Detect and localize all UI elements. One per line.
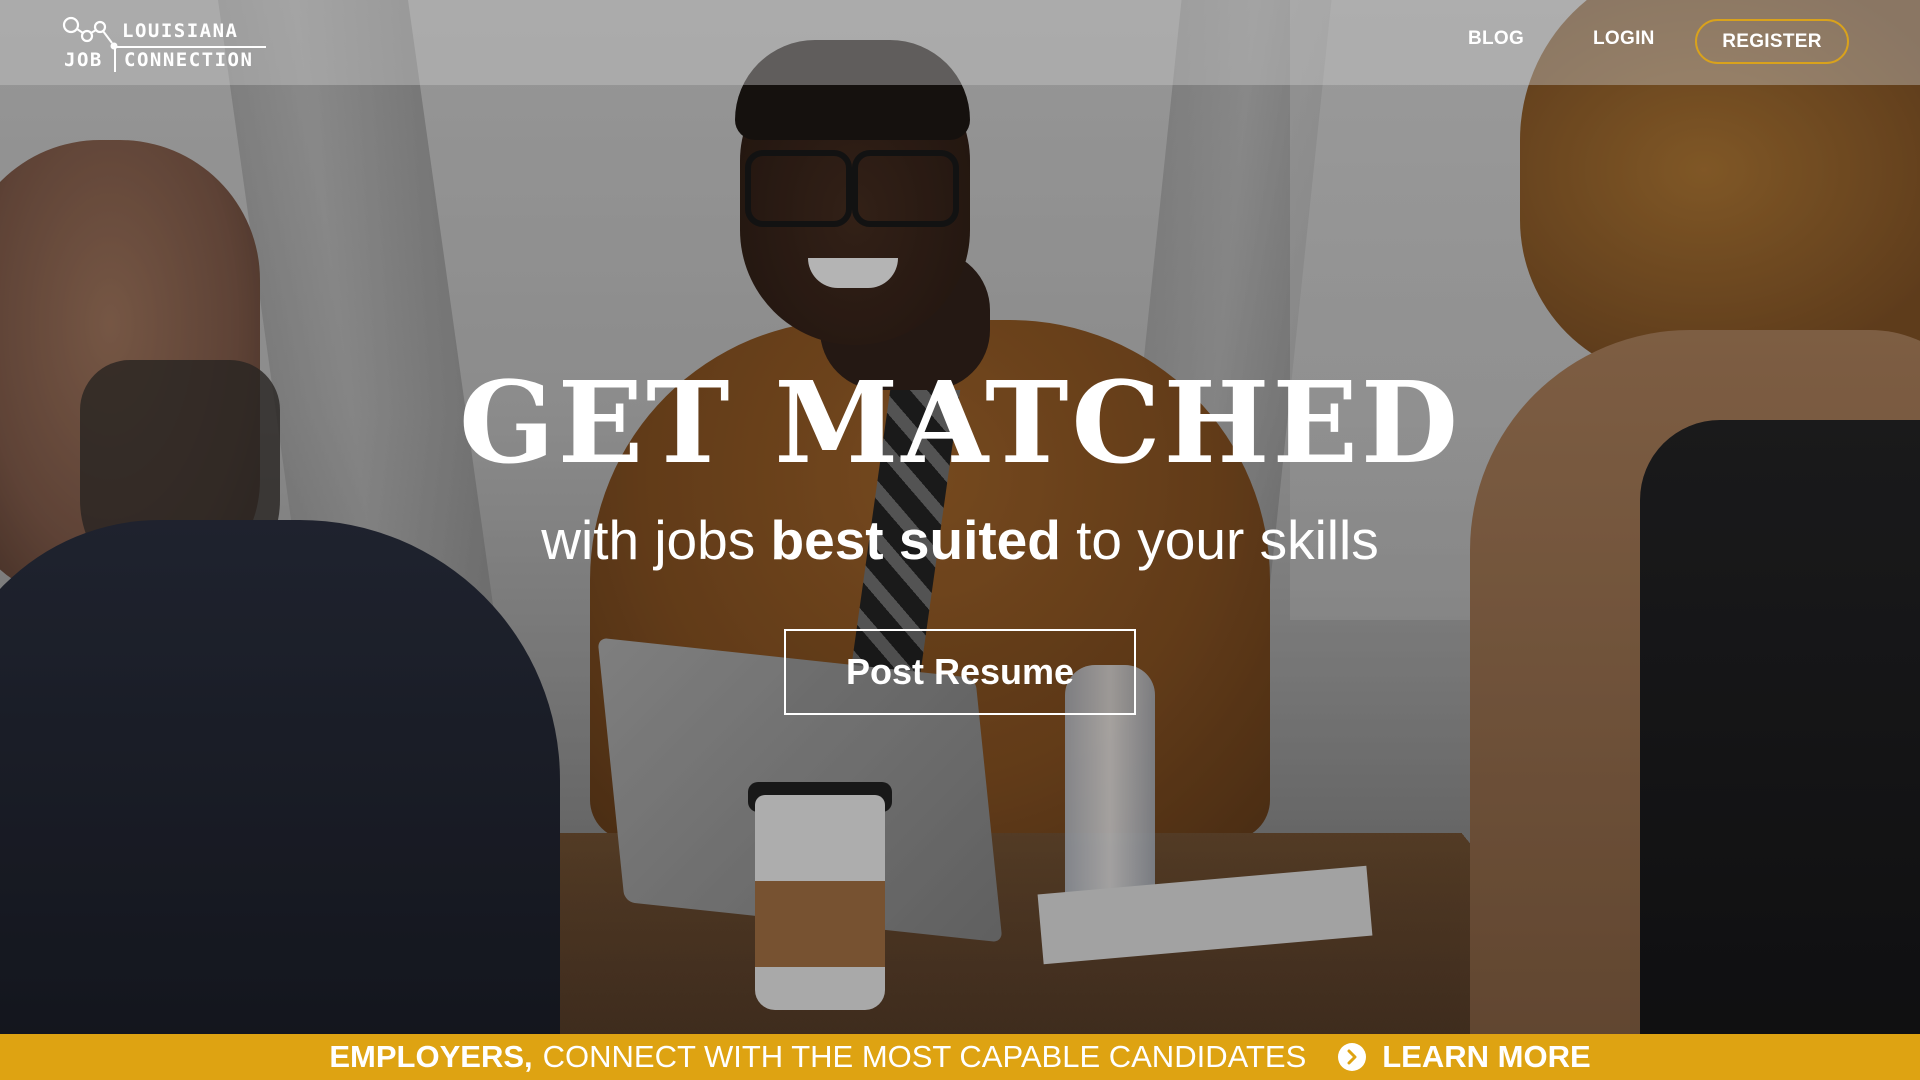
logo-rule	[116, 46, 266, 48]
subheadline-prefix: with jobs	[541, 509, 771, 571]
logo-text-louisiana: LOUISIANA	[122, 20, 239, 42]
banner-employers-label: EMPLOYERS,	[329, 1039, 533, 1074]
hero-subheadline: with jobs best suited to your skills	[0, 510, 1920, 571]
banner-message: CONNECT WITH THE MOST CAPABLE CANDIDATES	[542, 1039, 1307, 1074]
learn-more-label: LEARN MORE	[1382, 1039, 1591, 1074]
subheadline-suffix: to your skills	[1060, 509, 1379, 571]
register-button[interactable]: REGISTER	[1695, 19, 1849, 64]
network-nodes-icon	[62, 16, 118, 50]
post-resume-button[interactable]: Post Resume	[784, 629, 1136, 715]
chevron-right-circle-icon	[1338, 1043, 1367, 1071]
nav-blog-link[interactable]: BLOG	[1468, 28, 1524, 50]
learn-more-link[interactable]: LEARN MORE	[1338, 1039, 1591, 1075]
employers-banner: EMPLOYERS, CONNECT WITH THE MOST CAPABLE…	[0, 1034, 1920, 1080]
nav-login-link[interactable]: LOGIN	[1593, 28, 1655, 50]
site-logo[interactable]: LOUISIANA JOB CONNECTION	[62, 16, 268, 72]
top-navigation-bar: LOUISIANA JOB CONNECTION BLOG LOGIN REGI…	[0, 0, 1920, 85]
subheadline-emphasis: best suited	[770, 509, 1061, 571]
logo-divider	[114, 48, 116, 72]
logo-text-connection: CONNECTION	[124, 49, 254, 71]
logo-text-job: JOB	[64, 49, 103, 71]
hero-headline: GET MATCHED	[459, 358, 1461, 489]
